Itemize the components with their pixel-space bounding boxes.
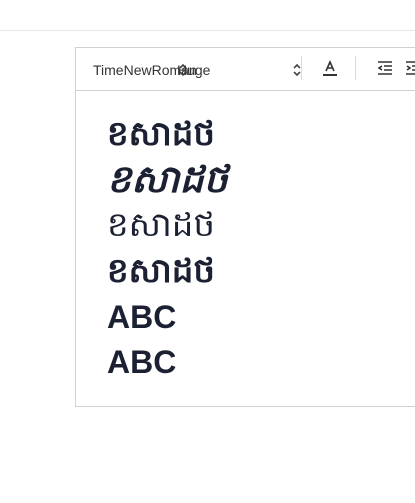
rich-text-editor: TimeNewRoman Huge ខសាដថ ខសាដថ ខសាដថ ខសាដ… [75, 47, 415, 407]
content-line[interactable]: ABC [107, 299, 176, 336]
editor-toolbar: TimeNewRoman Huge [76, 48, 415, 91]
indent-icon[interactable] [404, 59, 415, 77]
content-line[interactable]: ខសាដថ [107, 203, 215, 253]
outdent-icon[interactable] [376, 59, 394, 77]
font-selector[interactable]: TimeNewRoman Huge [93, 61, 301, 79]
font-size-dropdown-icon[interactable] [293, 64, 301, 76]
font-size-select[interactable]: Huge [177, 61, 210, 79]
page-divider [0, 30, 415, 31]
content-line[interactable]: ABC [107, 344, 176, 381]
content-line[interactable]: ខសាដថ [107, 249, 215, 299]
text-color-icon[interactable] [321, 59, 339, 77]
toolbar-separator [355, 56, 356, 80]
toolbar-separator [301, 56, 302, 80]
